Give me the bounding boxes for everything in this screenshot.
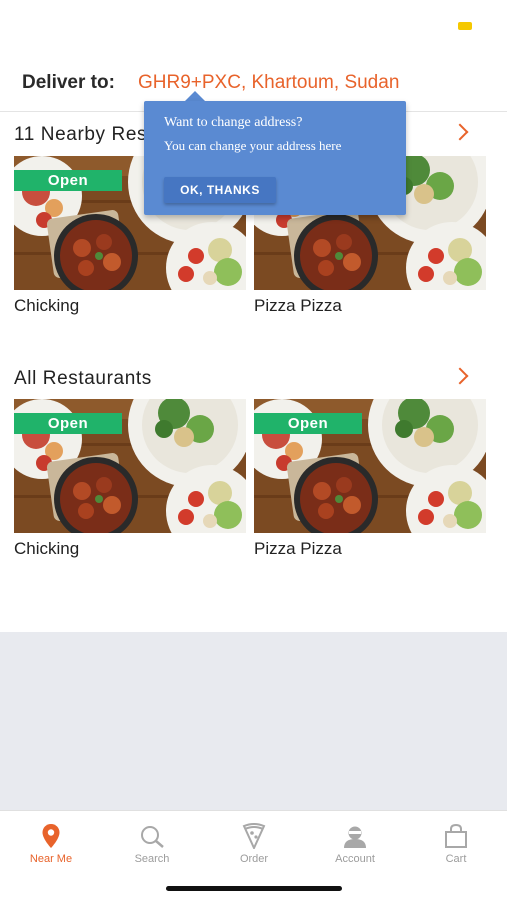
address-tooltip: Want to change address? You can change y…: [144, 101, 406, 215]
tab-search[interactable]: Search: [112, 823, 192, 865]
nearby-see-all-chevron-icon[interactable]: [451, 123, 469, 141]
tab-label: Cart: [445, 853, 467, 865]
home-indicator[interactable]: [166, 886, 342, 891]
restaurant-name: Chicking: [14, 296, 80, 315]
tab-account[interactable]: Account: [315, 823, 395, 865]
tab-label: Account: [335, 853, 375, 865]
restaurant-name: Pizza Pizza: [254, 539, 342, 558]
ok-thanks-button[interactable]: OK, THANKS: [164, 177, 276, 203]
tooltip-text: You can change your address here: [164, 138, 342, 153]
cart-bag-icon: [416, 823, 496, 849]
tab-near-me[interactable]: Near Me: [11, 823, 91, 865]
pizza-slice-icon: [214, 823, 294, 849]
open-badge: Open: [14, 170, 122, 191]
restaurant-photo: Open: [254, 399, 486, 533]
all-restaurants-section-title: All Restaurants: [14, 368, 152, 389]
battery-indicator-icon: [458, 22, 472, 30]
tab-label: Order: [239, 853, 269, 865]
deliver-label: Deliver to:: [22, 72, 115, 93]
restaurant-card[interactable]: Open Pizza Pizza: [254, 399, 486, 559]
tooltip-title: Want to change address?: [164, 115, 303, 130]
all-see-all-chevron-icon[interactable]: [451, 367, 469, 385]
open-badge: Open: [254, 413, 362, 434]
search-icon: [112, 823, 192, 849]
tab-label: Search: [134, 853, 170, 865]
restaurant-photo: Open: [14, 399, 246, 533]
restaurant-name: Chicking: [14, 539, 80, 558]
tab-cart[interactable]: Cart: [416, 823, 496, 865]
account-icon: [315, 823, 395, 849]
tab-order[interactable]: Order: [214, 823, 294, 865]
restaurant-card[interactable]: Open Chicking: [14, 399, 246, 559]
open-badge: Open: [14, 413, 122, 434]
tab-label: Near Me: [29, 853, 73, 865]
delivery-address-link[interactable]: GHR9+PXC, Khartoum, Sudan: [138, 72, 399, 94]
restaurant-name: Pizza Pizza: [254, 296, 342, 315]
location-pin-icon: [11, 823, 91, 849]
empty-content-area: [0, 632, 507, 810]
